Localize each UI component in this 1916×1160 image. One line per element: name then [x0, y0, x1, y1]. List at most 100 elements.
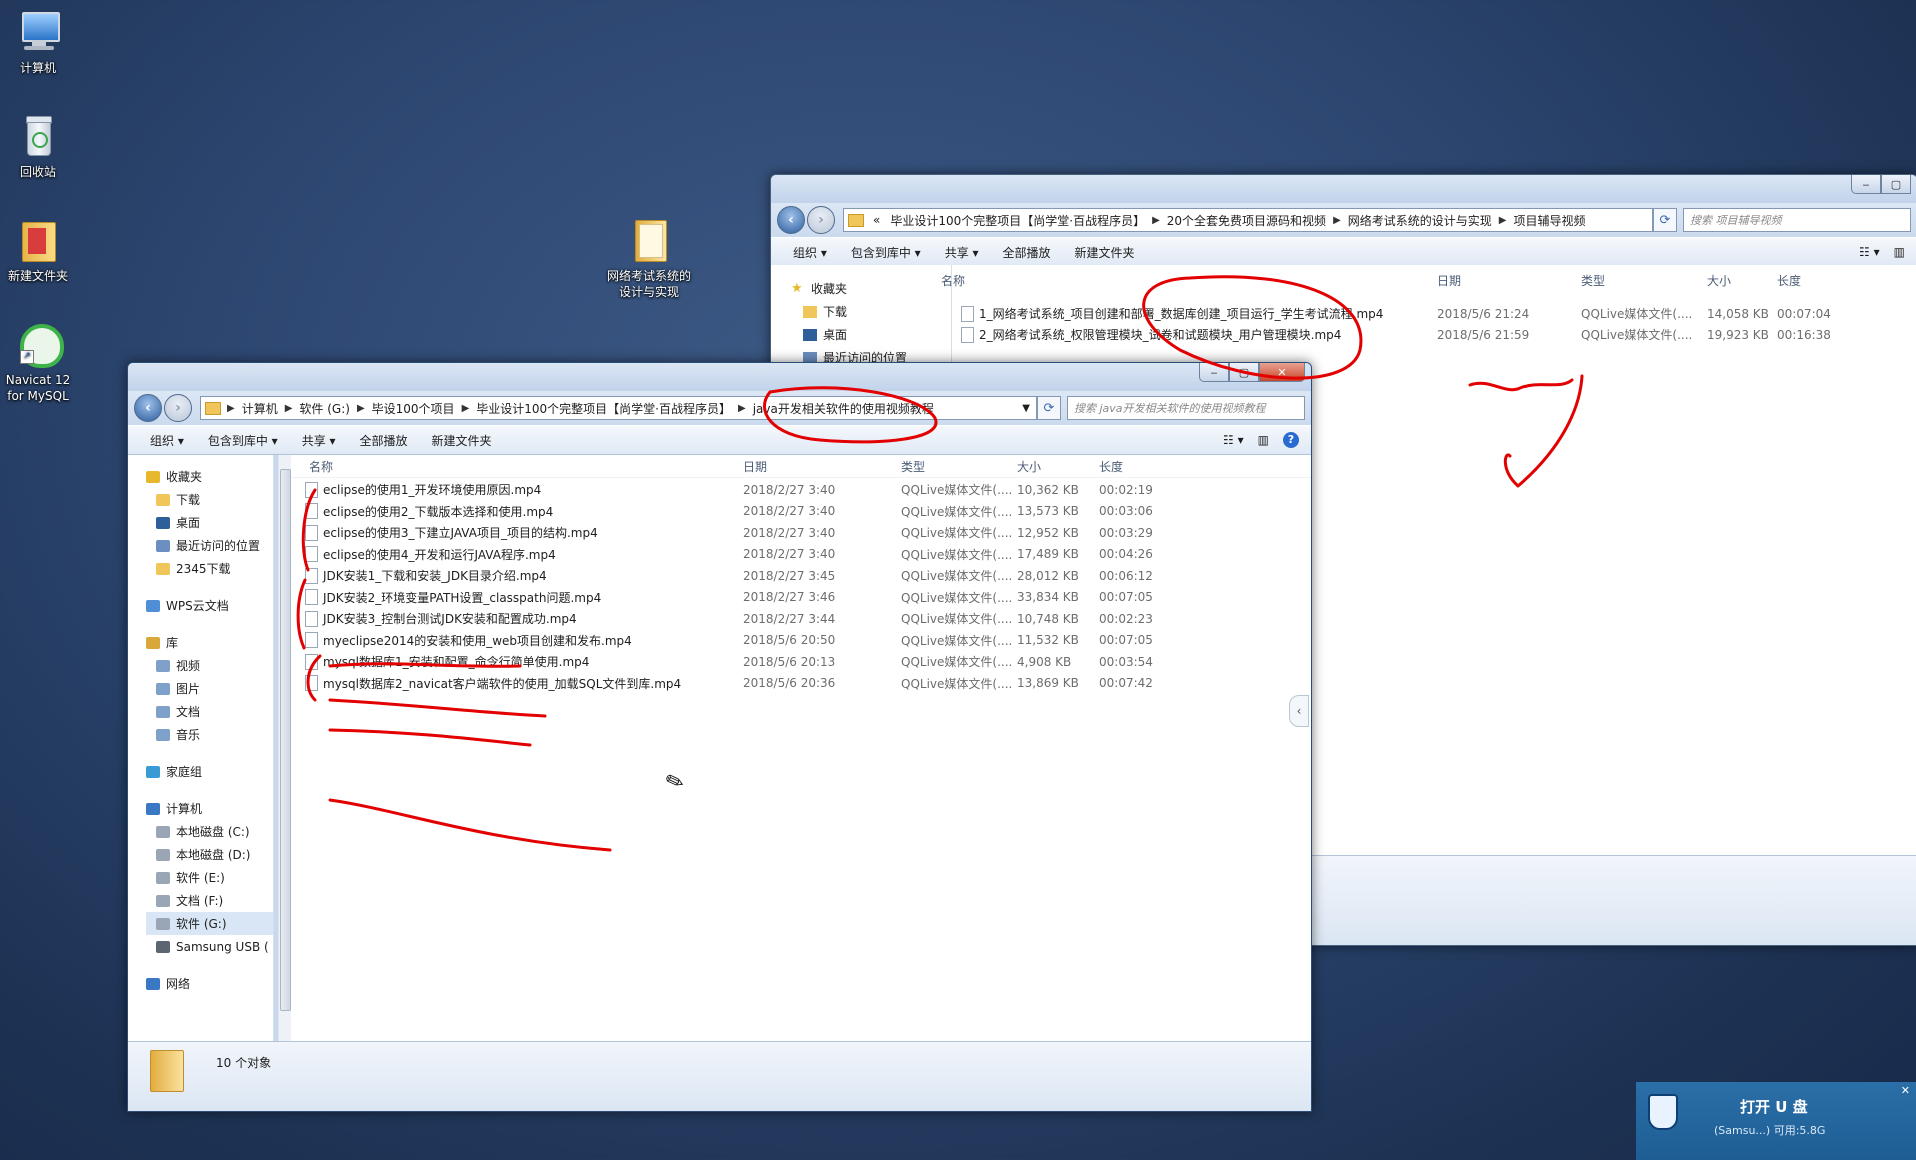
column-type[interactable]: 类型 [1581, 272, 1605, 289]
minimize-button[interactable]: ‒ [1851, 175, 1881, 194]
nav-item[interactable]: 文档 [146, 700, 273, 723]
chevron-right-icon[interactable]: ▶ [355, 403, 367, 414]
file-row[interactable]: 2_网络考试系统_权限管理模块_试卷和试题模块_用户管理模块.mp4 2018/… [961, 324, 1916, 345]
nav-item[interactable]: 下载 [146, 488, 273, 511]
usb-popup-title[interactable]: 打开 U 盘 [1740, 1096, 1808, 1117]
chevron-down-icon[interactable]: ▼ [1016, 403, 1036, 414]
desktop-icon-computer[interactable]: 计算机 [0, 8, 78, 76]
file-row[interactable]: myeclipse2014的安装和使用_web项目创建和发布.mp4 2018/5… [305, 630, 1295, 651]
breadcrumb-item[interactable]: 软件 (G:) [294, 400, 355, 417]
forward-button[interactable]: › [807, 206, 835, 234]
close-button[interactable]: ✕ [1259, 363, 1305, 382]
chevron-right-icon[interactable]: ▶ [283, 403, 295, 414]
breadcrumb-item[interactable]: 毕业设计100个完整项目【尚学堂·百战程序员】 [471, 400, 736, 417]
file-row[interactable]: mysql数据库2_navicat客户端软件的使用_加载SQL文件到库.mp4 2… [305, 673, 1295, 694]
search-input[interactable]: 搜索 项目辅导视频 [1683, 208, 1911, 232]
nav-item[interactable]: 2345下载 [146, 557, 273, 580]
chevron-right-icon[interactable]: ▶ [1497, 215, 1509, 226]
file-row[interactable]: JDK安装1_下载和安装_JDK目录介绍.mp4 2018/2/27 3:45 QQ… [305, 565, 1295, 586]
column-date[interactable]: 日期 [743, 458, 767, 475]
breadcrumb-item[interactable]: 项目辅导视频 [1508, 212, 1590, 229]
scrollbar-thumb[interactable] [280, 469, 291, 1011]
collapse-preview-handle[interactable]: ‹ [1289, 695, 1309, 727]
address-bar[interactable]: ▶ 计算机 ▶ 软件 (G:) ▶ 毕设100个项目 ▶ 毕业设计100个完整项… [200, 396, 1037, 420]
desktop-icon-navicat[interactable]: ↗ Navicat 12 for MySQL [0, 320, 78, 404]
column-type[interactable]: 类型 [901, 458, 925, 475]
nav-item[interactable]: 最近访问的位置 [146, 534, 273, 557]
file-row[interactable]: eclipse的使用2_下载版本选择和使用.mp4 2018/2/27 3:40 Q… [305, 501, 1295, 522]
nav-item[interactable]: 计算机 [146, 797, 273, 820]
file-row[interactable]: 1_网络考试系统_项目创建和部署_数据库创建_项目运行_学生考试流程.mp4 2… [961, 303, 1916, 324]
chevron-right-icon[interactable]: ▶ [460, 403, 472, 414]
include-in-library-menu[interactable]: 包含到库中 ▾ [196, 432, 290, 449]
column-date[interactable]: 日期 [1437, 272, 1461, 289]
breadcrumb-item[interactable]: 网络考试系统的设计与实现 [1343, 212, 1497, 229]
breadcrumb-item[interactable]: 毕业设计100个完整项目【尚学堂·百战程序员】 [885, 212, 1150, 229]
nav-item[interactable]: 家庭组 [146, 760, 273, 783]
desktop-icon-exam-folder[interactable]: 网络考试系统的设计与实现 [606, 216, 692, 300]
new-folder-button[interactable]: 新建文件夹 [1063, 244, 1147, 261]
play-all-button[interactable]: 全部播放 [991, 244, 1063, 261]
refresh-icon[interactable]: ⟳ [1037, 396, 1061, 420]
back-button[interactable]: ‹ [777, 206, 805, 234]
desktop-icon-new-folder[interactable]: 新建文件夹 [0, 216, 78, 284]
forward-button[interactable]: › [164, 394, 192, 422]
breadcrumb-item[interactable]: 毕设100个项目 [367, 400, 460, 417]
nav-item[interactable]: 音乐 [146, 723, 273, 746]
title-bar[interactable]: ‒ ▢ ✕ [128, 363, 1311, 391]
preview-pane-icon[interactable]: ▥ [1258, 433, 1269, 447]
chevron-right-icon[interactable]: ▶ [1331, 215, 1343, 226]
organize-menu[interactable]: 组织 ▾ [781, 244, 839, 261]
share-menu[interactable]: 共享 ▾ [933, 244, 991, 261]
nav-pane-scrollbar[interactable] [278, 455, 291, 1041]
usb-notification[interactable]: 打开 U 盘 (Samsu...) 可用:5.8G ✕ [1636, 1082, 1916, 1160]
back-button[interactable]: ‹ [134, 394, 162, 422]
search-input[interactable]: 搜索 java开发相关软件的使用视频教程 [1067, 396, 1305, 420]
nav-item[interactable]: 本地磁盘 (C:) [146, 820, 273, 843]
nav-item-downloads[interactable]: 下载 [791, 300, 951, 323]
file-row[interactable]: eclipse的使用1_开发环境使用原因.mp4 2018/2/27 3:40 QQ… [305, 479, 1295, 500]
explorer-window-front[interactable]: ‒ ▢ ✕ ‹ › ▶ 计算机 ▶ 软件 (G:) ▶ 毕设100个项目 ▶ 毕… [127, 362, 1312, 1112]
file-row[interactable]: JDK安装2_环境变量PATH设置_classpath问题.mp4 2018/2/… [305, 587, 1295, 608]
nav-item[interactable]: 收藏夹 [146, 465, 273, 488]
column-name[interactable]: 名称 [309, 458, 333, 475]
address-bar[interactable]: « 毕业设计100个完整项目【尚学堂·百战程序员】 ▶ 20个全套免费项目源码和… [843, 208, 1653, 232]
chevron-right-icon[interactable]: ▶ [1150, 215, 1162, 226]
new-folder-button[interactable]: 新建文件夹 [420, 432, 504, 449]
file-row[interactable]: JDK安装3_控制台测试JDK安装和配置成功.mp4 2018/2/27 3:44… [305, 608, 1295, 629]
nav-item[interactable]: 桌面 [146, 511, 273, 534]
maximize-button[interactable]: ▢ [1229, 363, 1259, 382]
nav-item[interactable]: WPS云文档 [146, 594, 273, 617]
nav-item[interactable]: 网络 [146, 972, 273, 995]
help-icon[interactable]: ? [1283, 432, 1299, 448]
nav-item[interactable]: 文档 (F:) [146, 889, 273, 912]
preview-pane-icon[interactable]: ▥ [1894, 245, 1905, 259]
file-row[interactable]: eclipse的使用3_下建立JAVA项目_项目的结构.mp4 2018/2/27… [305, 522, 1295, 543]
desktop-icon-recycle-bin[interactable]: 回收站 [0, 112, 78, 180]
breadcrumb-overflow[interactable]: « [868, 213, 885, 227]
chevron-right-icon[interactable]: ▶ [225, 403, 237, 414]
include-in-library-menu[interactable]: 包含到库中 ▾ [839, 244, 933, 261]
column-size[interactable]: 大小 [1707, 272, 1731, 289]
column-size[interactable]: 大小 [1017, 458, 1041, 475]
column-length[interactable]: 长度 [1099, 458, 1123, 475]
play-all-button[interactable]: 全部播放 [348, 432, 420, 449]
organize-menu[interactable]: 组织 ▾ [138, 432, 196, 449]
file-row[interactable]: eclipse的使用4_开发和运行JAVA程序.mp4 2018/2/27 3:4… [305, 544, 1295, 565]
minimize-button[interactable]: ‒ [1199, 363, 1229, 382]
nav-item[interactable]: 库 [146, 631, 273, 654]
nav-item-desktop[interactable]: 桌面 [791, 323, 951, 346]
maximize-button[interactable]: ▢ [1881, 175, 1911, 194]
view-options-icon[interactable]: ☷ ▾ [1223, 433, 1244, 447]
nav-item[interactable]: 软件 (E:) [146, 866, 273, 889]
nav-item[interactable]: 视频 [146, 654, 273, 677]
view-options-icon[interactable]: ☷ ▾ [1859, 245, 1880, 259]
breadcrumb-item[interactable]: 20个全套免费项目源码和视频 [1162, 212, 1331, 229]
share-menu[interactable]: 共享 ▾ [290, 432, 348, 449]
title-bar[interactable]: ‒ ▢ [771, 175, 1916, 203]
column-name[interactable]: 名称 [941, 272, 965, 289]
nav-item[interactable]: 本地磁盘 (D:) [146, 843, 273, 866]
chevron-right-icon[interactable]: ▶ [736, 403, 748, 414]
column-length[interactable]: 长度 [1777, 272, 1801, 289]
breadcrumb-item[interactable]: 计算机 [237, 400, 283, 417]
